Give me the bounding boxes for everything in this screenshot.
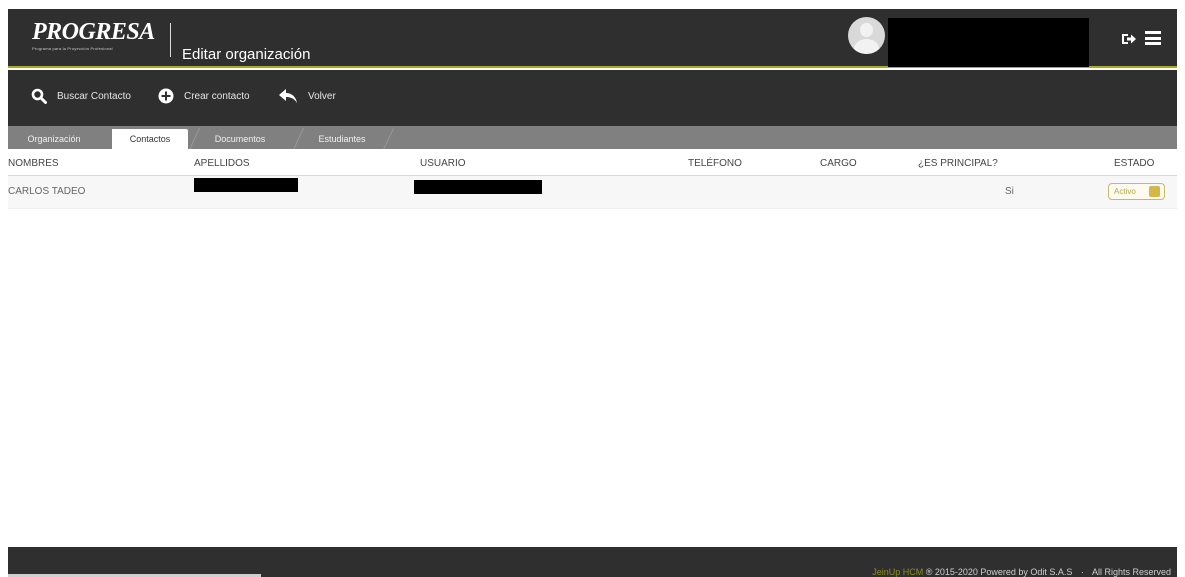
page-title: Editar organización	[182, 46, 311, 63]
create-contact-label: Crear contacto	[184, 90, 250, 102]
avatar-head-shape	[860, 23, 873, 37]
create-contact-button[interactable]: Crear contacto	[158, 88, 250, 104]
status-toggle[interactable]: Activo	[1108, 183, 1165, 200]
search-contact-label: Buscar Contacto	[57, 90, 131, 102]
cell-nombres: CARLOS TADEO	[8, 186, 86, 197]
footer-brand-link[interactable]: JeinUp HCM	[872, 567, 923, 577]
hamburger-menu-icon[interactable]	[1145, 31, 1161, 45]
back-button[interactable]: Volver	[278, 88, 336, 104]
page: PROGRESA Programa para la Proyección Pro…	[0, 0, 1185, 577]
table-header: NOMBRES APELLIDOS USUARIO TELÉFONO CARGO…	[8, 149, 1177, 176]
tab-documentos[interactable]: Documentos	[200, 129, 280, 149]
cell-usuario-redacted	[414, 180, 542, 194]
toggle-knob-icon	[1149, 186, 1160, 197]
tab-bar: Organización Contactos Documentos Estudi…	[8, 126, 1177, 150]
user-avatar[interactable]	[848, 17, 885, 54]
column-header-cargo[interactable]: CARGO	[820, 158, 857, 169]
logo-tagline: Programa para la Proyección Profesional	[32, 46, 113, 51]
search-icon	[31, 88, 47, 104]
column-header-telefono[interactable]: TELÉFONO	[688, 158, 742, 169]
action-toolbar: Buscar Contacto Crear contacto Volver	[8, 70, 1177, 126]
footer-separator: ·	[1080, 567, 1084, 577]
tab-separator	[292, 128, 305, 150]
cell-es-principal: Si	[1005, 186, 1014, 197]
cell-apellidos-redacted	[194, 178, 298, 192]
user-name-redacted	[888, 18, 1089, 67]
logo-wordmark: PROGRESA	[32, 19, 155, 45]
back-label: Volver	[308, 90, 336, 102]
column-header-apellidos[interactable]: APELLIDOS	[194, 158, 250, 169]
tab-separator	[188, 128, 201, 150]
column-header-es-principal[interactable]: ¿ES PRINCIPAL?	[918, 158, 998, 169]
tab-organizacion[interactable]: Organización	[12, 129, 96, 149]
column-header-estado[interactable]: ESTADO	[1114, 158, 1154, 169]
avatar-body-shape	[854, 39, 879, 54]
column-header-usuario[interactable]: USUARIO	[420, 158, 466, 169]
status-label: Activo	[1114, 187, 1136, 196]
progresa-logo[interactable]: PROGRESA Programa para la Proyección Pro…	[32, 19, 166, 57]
footer-rights-text: All Rights Reserved	[1091, 567, 1171, 577]
header-divider	[170, 23, 171, 57]
tab-estudiantes[interactable]: Estudiantes	[306, 129, 378, 149]
reply-arrow-icon	[279, 89, 297, 103]
app-footer: JeinUp HCM ® 2015-2020 Powered by Odit S…	[8, 547, 1177, 577]
footer-copyright-text: ® 2015-2020 Powered by Odit S.A.S	[925, 567, 1073, 577]
table-row[interactable]: CARLOS TADEO Si Activo	[8, 176, 1177, 209]
column-header-nombres[interactable]: NOMBRES	[8, 158, 59, 169]
tab-contactos[interactable]: Contactos	[112, 129, 188, 149]
footer-copyright: JeinUp HCM ® 2015-2020 Powered by Odit S…	[872, 567, 1171, 577]
app-header: PROGRESA Programa para la Proyección Pro…	[8, 9, 1177, 68]
search-contact-button[interactable]: Buscar Contacto	[31, 88, 131, 104]
logout-icon[interactable]	[1121, 32, 1137, 46]
add-circle-icon	[158, 88, 174, 104]
tab-separator	[382, 128, 395, 150]
contacts-table: NOMBRES APELLIDOS USUARIO TELÉFONO CARGO…	[8, 149, 1177, 209]
